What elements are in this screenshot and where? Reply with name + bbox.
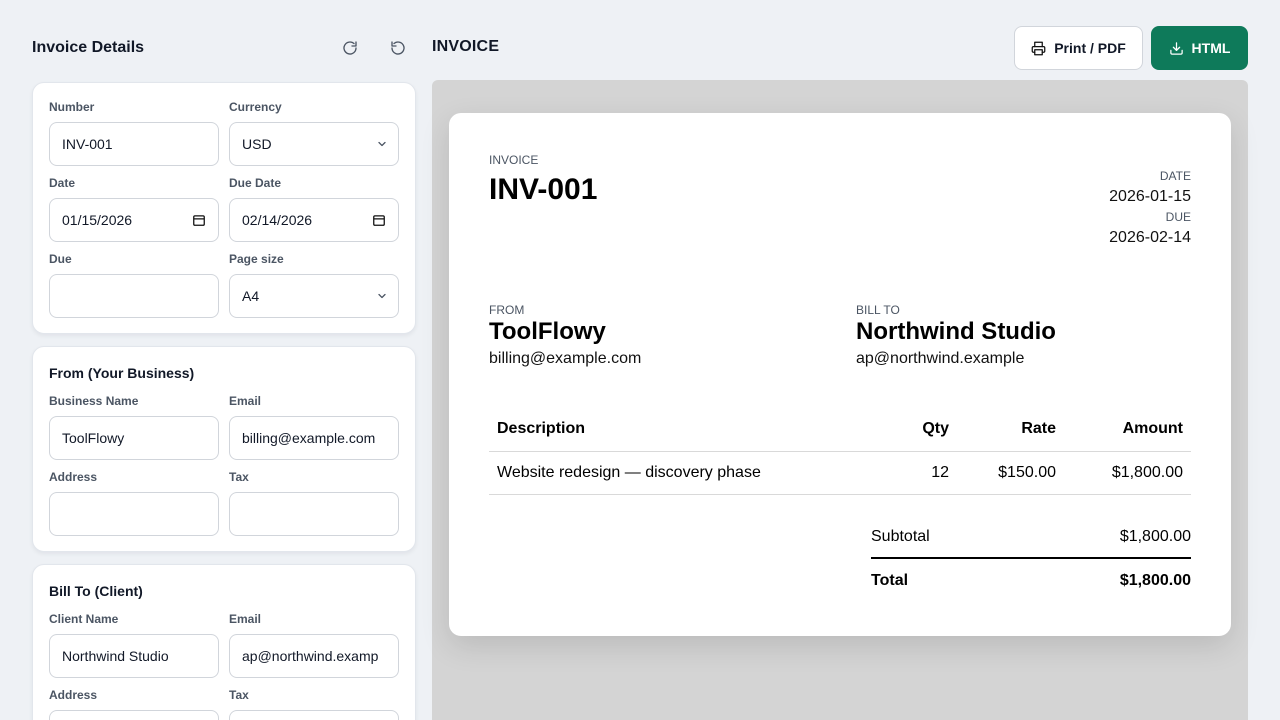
total-value: $1,800.00 <box>1119 572 1191 589</box>
client-address-label: Address <box>49 688 98 702</box>
client-email-field: Email ap@northwind.examp <box>229 611 399 678</box>
client-tax-input[interactable] <box>229 710 399 720</box>
table-row: Website redesign — discovery phase 12 $1… <box>489 451 1191 495</box>
printer-icon <box>1031 41 1046 55</box>
col-rate: Rate <box>957 408 1064 452</box>
date-field: Date 01/15/2026 <box>49 175 219 242</box>
from-address-input[interactable] <box>49 492 219 536</box>
number-input[interactable]: INV-001 <box>49 122 219 166</box>
col-amount: Amount <box>1064 408 1191 452</box>
item-description: Website redesign — discovery phase <box>489 451 867 495</box>
left-panel-header: Invoice Details <box>32 26 416 70</box>
page-size-select[interactable]: A4 <box>229 274 399 318</box>
number-field: Number INV-001 <box>49 99 219 166</box>
line-items-table: Description Qty Rate Amount Website rede… <box>489 408 1191 495</box>
business-name-input[interactable]: ToolFlowy <box>49 416 219 460</box>
currency-select[interactable]: USD <box>229 122 399 166</box>
total-divider <box>871 557 1191 559</box>
date-label: Date <box>49 176 76 190</box>
due-date-field: Due Date 02/14/2026 <box>229 175 399 242</box>
client-name-field: Client Name Northwind Studio <box>49 611 219 678</box>
calendar-icon[interactable] <box>192 213 206 227</box>
refresh-icon[interactable] <box>332 30 368 66</box>
due-date-input[interactable]: 02/14/2026 <box>229 198 399 242</box>
from-tax-label: Tax <box>229 470 249 484</box>
col-description: Description <box>489 408 867 452</box>
from-email-field: Email billing@example.com <box>229 393 399 460</box>
client-name-input[interactable]: Northwind Studio <box>49 634 219 678</box>
from-address-label: Address <box>49 470 98 484</box>
client-name-label: Client Name <box>49 612 119 626</box>
chevron-down-icon <box>378 293 386 299</box>
bill-to-email: ap@northwind.example <box>856 350 1025 367</box>
calendar-icon[interactable] <box>372 213 386 227</box>
total-row: Total $1,800.00 <box>871 572 1191 590</box>
due-field: Due <box>49 251 219 318</box>
currency-field: Currency USD <box>229 99 399 166</box>
invoice-date: 2026-01-15 <box>1109 188 1191 205</box>
col-qty: Qty <box>867 408 957 452</box>
client-address-field: Address <box>49 687 219 720</box>
invoice-sheet: INVOICE INV-001 DATE 2026-01-15 DUE 2026… <box>449 113 1231 636</box>
client-address-input[interactable] <box>49 710 219 720</box>
invoice-due: 2026-02-14 <box>1109 229 1191 246</box>
client-email-label: Email <box>229 612 262 626</box>
reset-icon[interactable] <box>380 30 416 66</box>
page-size-field: Page size A4 <box>229 251 399 318</box>
page-size-label: Page size <box>229 252 284 266</box>
subtotal-value: $1,800.00 <box>1119 528 1191 545</box>
invoice-number: INV-001 <box>489 173 598 206</box>
panel-title: Invoice Details <box>32 39 145 56</box>
download-html-label: HTML <box>1191 40 1231 56</box>
from-email: billing@example.com <box>489 350 642 367</box>
bill-to-card: Bill To (Client) Client Name Northwind S… <box>32 564 416 720</box>
print-pdf-label: Print / PDF <box>1054 40 1126 56</box>
print-pdf-button[interactable]: Print / PDF <box>1014 26 1143 70</box>
due-date-label: Due Date <box>229 176 282 190</box>
number-label: Number <box>49 100 95 114</box>
from-address-field: Address <box>49 469 219 536</box>
subtotal-label: Subtotal <box>871 528 930 545</box>
business-name-field: Business Name ToolFlowy <box>49 393 219 460</box>
item-rate: $150.00 <box>957 451 1064 495</box>
from-heading: FROM <box>489 303 525 317</box>
business-name-label: Business Name <box>49 394 139 408</box>
due-label: Due <box>49 252 72 266</box>
invoice-details-card: Number INV-001 Currency USD Date 01/15/2… <box>32 82 416 334</box>
from-tax-field: Tax <box>229 469 399 536</box>
item-amount: $1,800.00 <box>1064 451 1191 495</box>
client-tax-label: Tax <box>229 688 249 702</box>
from-tax-input[interactable] <box>229 492 399 536</box>
from-card: From (Your Business) Business Name ToolF… <box>32 346 416 552</box>
chevron-down-icon <box>378 141 386 147</box>
currency-label: Currency <box>229 100 282 114</box>
date-input[interactable]: 01/15/2026 <box>49 198 219 242</box>
due-input[interactable] <box>49 274 219 318</box>
from-title: From (Your Business) <box>49 365 195 381</box>
bill-to-name: Northwind Studio <box>856 318 1056 345</box>
client-tax-field: Tax <box>229 687 399 720</box>
invoice-kicker: INVOICE <box>489 153 539 167</box>
from-email-label: Email <box>229 394 262 408</box>
total-label: Total <box>871 572 909 589</box>
item-qty: 12 <box>867 451 957 495</box>
table-header-row: Description Qty Rate Amount <box>489 408 1191 452</box>
due-heading: DUE <box>1165 210 1191 224</box>
preview-title: INVOICE <box>432 38 500 55</box>
from-email-input[interactable]: billing@example.com <box>229 416 399 460</box>
from-name: ToolFlowy <box>489 318 606 345</box>
bill-to-heading: BILL TO <box>856 303 900 317</box>
subtotal-row: Subtotal $1,800.00 <box>871 528 1191 546</box>
client-email-input[interactable]: ap@northwind.examp <box>229 634 399 678</box>
bill-to-title: Bill To (Client) <box>49 583 143 599</box>
download-icon <box>1169 41 1183 55</box>
date-heading: DATE <box>1159 169 1191 183</box>
download-html-button[interactable]: HTML <box>1151 26 1248 70</box>
